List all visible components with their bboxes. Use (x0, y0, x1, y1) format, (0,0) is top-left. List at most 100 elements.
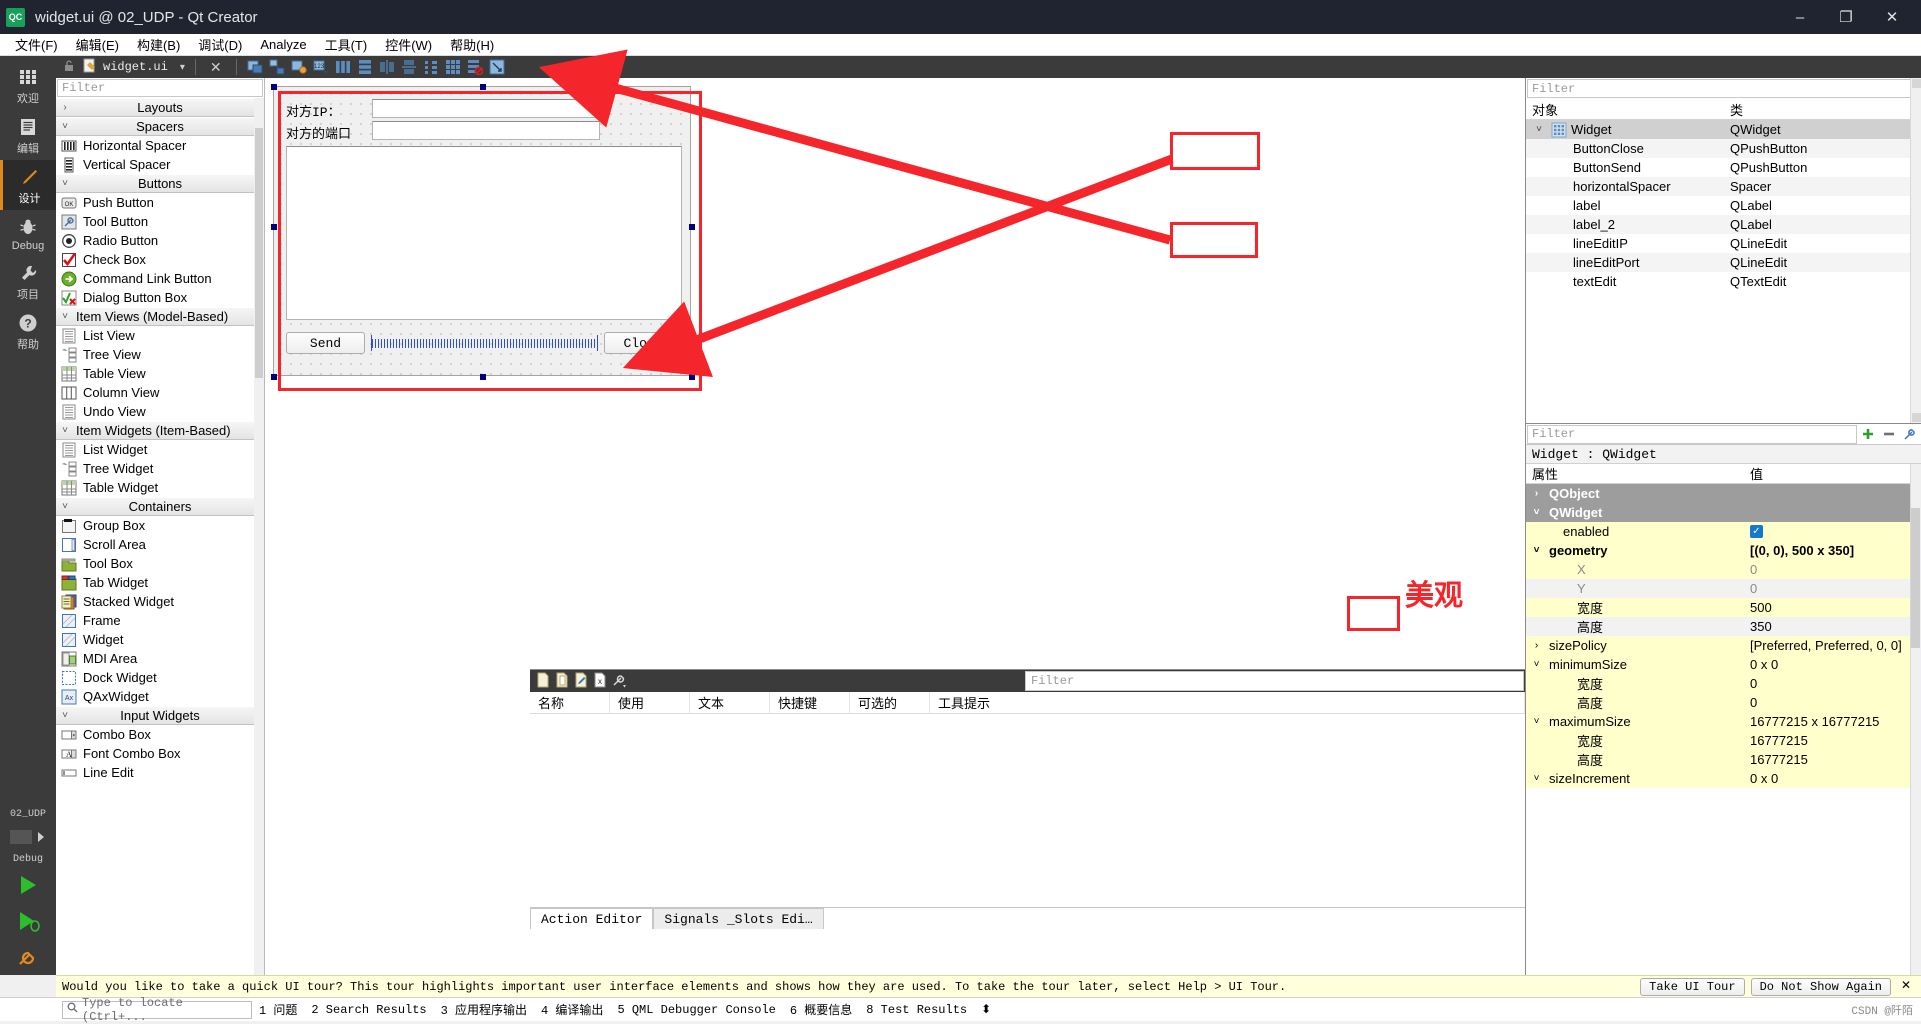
property-row[interactable]: 高度 0 (1526, 693, 1921, 712)
chevron-right-icon[interactable]: › (1530, 640, 1543, 651)
property-row[interactable]: › sizePolicy [Preferred, Preferred, 0, 0] (1526, 636, 1921, 655)
mode-welcome[interactable]: 欢迎 (0, 60, 56, 110)
property-value[interactable]: 0 (1744, 674, 1921, 693)
maximize-button[interactable]: ❐ (1823, 0, 1869, 34)
property-value[interactable]: 0 x 0 (1744, 655, 1921, 674)
widget-palette-item[interactable]: MDI Area (56, 649, 264, 668)
run-button[interactable] (0, 867, 56, 903)
form-textedit[interactable] (286, 146, 682, 320)
menu-build[interactable]: 构建(B) (128, 33, 189, 56)
resize-handle-tl[interactable] (271, 84, 277, 90)
object-inspector-row[interactable]: horizontalSpacer Spacer (1526, 177, 1921, 196)
chevron-down-icon[interactable]: ˅ (1530, 659, 1543, 670)
info-bar-close-icon[interactable]: ✕ (1897, 978, 1915, 996)
widget-palette-item[interactable]: Stacked Widget (56, 592, 264, 611)
widget-group-header[interactable]: ˅ Item Widgets (Item-Based) (56, 421, 264, 440)
configure-action-icon[interactable] (612, 672, 627, 691)
property-value[interactable]: 16777215 x 16777215 (1744, 712, 1921, 731)
chevron-down-icon[interactable]: ▾ (180, 62, 185, 73)
property-value[interactable]: 0 (1744, 579, 1921, 598)
edit-action-icon[interactable] (574, 672, 588, 691)
widget-palette-item[interactable]: Tree Widget (56, 459, 264, 478)
widget-palette-item[interactable]: Scroll Area (56, 535, 264, 554)
property-row[interactable]: ˅ geometry [(0, 0), 500 x 350] (1526, 541, 1921, 560)
property-row[interactable]: 高度 16777215 (1526, 750, 1921, 769)
menu-debug[interactable]: 调试(D) (189, 33, 251, 56)
close-button[interactable]: ✕ (1869, 0, 1915, 34)
add-property-icon[interactable] (1858, 425, 1877, 444)
mode-design[interactable]: 设计 (0, 160, 56, 210)
kit-selector[interactable] (0, 822, 56, 852)
widget-palette-item[interactable]: Tool Box (56, 554, 264, 573)
property-row[interactable]: X0 (1526, 560, 1921, 579)
status-more-icon[interactable]: ⬍ (974, 1002, 998, 1017)
widget-palette-item[interactable]: A Font Combo Box (56, 744, 264, 763)
action-editor-filter-input[interactable]: Filter (1025, 671, 1524, 691)
close-document-icon[interactable]: ✕ (206, 59, 226, 76)
property-value[interactable]: 500 (1744, 598, 1921, 617)
scroll-up-arrow[interactable] (1912, 79, 1921, 88)
layout-grid-icon[interactable] (445, 59, 461, 75)
menu-analyze[interactable]: Analyze (251, 35, 315, 54)
property-checkbox[interactable]: ✓ (1750, 525, 1763, 538)
tab-signals-slots-editor[interactable]: Signals _Slots Edi… (653, 908, 824, 929)
object-inspector-row[interactable]: label_2 QLabel (1526, 215, 1921, 234)
property-row[interactable]: ˅ maximumSize 16777215 x 16777215 (1526, 712, 1921, 731)
resize-handle-br[interactable] (689, 374, 695, 380)
property-row[interactable]: 宽度 500 (1526, 598, 1921, 617)
layout-horizontal-icon[interactable] (335, 59, 351, 75)
break-layout-icon[interactable] (467, 59, 484, 76)
adjust-size-icon[interactable] (489, 59, 505, 75)
layout-vertical-icon[interactable] (357, 59, 373, 75)
build-button[interactable] (0, 939, 56, 975)
chevron-down-icon[interactable]: ˅ (1530, 507, 1543, 518)
menu-file[interactable]: 文件(F) (6, 33, 67, 56)
property-value[interactable]: 0 (1744, 693, 1921, 712)
form-horizontal-spacer[interactable] (371, 335, 598, 351)
property-value[interactable]: 16777215 (1744, 731, 1921, 750)
resize-handle-bl[interactable] (271, 374, 277, 380)
widget-palette-item[interactable]: Undo View (56, 402, 264, 421)
widget-group-header[interactable]: ˅ Input Widgets (56, 706, 264, 725)
object-inspector-row[interactable]: label QLabel (1526, 196, 1921, 215)
form-lineedit-port[interactable] (372, 121, 600, 140)
configure-icon[interactable] (1900, 425, 1919, 444)
edit-buddies-icon[interactable] (291, 59, 307, 75)
widget-palette-item[interactable]: Dock Widget (56, 668, 264, 687)
widget-box-filter-input[interactable]: Filter (57, 79, 263, 97)
edit-taborder-icon[interactable]: 123 (313, 59, 329, 75)
object-inspector-row[interactable]: ButtonSend QPushButton (1526, 158, 1921, 177)
status-item-qmlconsole[interactable]: 5 QML Debugger Console (610, 1003, 782, 1017)
chevron-down-icon[interactable]: ˅ (1530, 773, 1543, 784)
widget-palette-item[interactable]: List View (56, 326, 264, 345)
layout-splitter-h-icon[interactable] (379, 59, 395, 75)
property-value[interactable]: 0 x 0 (1744, 769, 1921, 788)
object-inspector-filter-input[interactable]: Filter (1527, 79, 1920, 98)
widget-palette-item[interactable]: Dialog Button Box (56, 288, 264, 307)
status-item-overview[interactable]: 6 概要信息 (783, 1001, 859, 1018)
property-value[interactable]: 350 (1744, 617, 1921, 636)
object-inspector-row[interactable]: lineEditIP QLineEdit (1526, 234, 1921, 253)
resize-handle-ml[interactable] (271, 224, 277, 230)
delete-action-icon[interactable]: x (593, 672, 607, 691)
designed-form[interactable]: 对方IP： 对方的端口 Send Close (271, 84, 702, 391)
widget-palette-item[interactable]: Line Edit (56, 763, 264, 782)
status-item-appoutput[interactable]: 3 应用程序输出 (434, 1001, 534, 1018)
property-editor-filter-input[interactable]: Filter (1527, 424, 1857, 444)
menu-help[interactable]: 帮助(H) (441, 33, 503, 56)
edit-signals-icon[interactable] (269, 59, 285, 75)
resize-handle-mr[interactable] (689, 224, 695, 230)
chevron-right-icon[interactable]: › (1530, 488, 1543, 499)
property-row[interactable]: ˅ minimumSize 0 x 0 (1526, 655, 1921, 674)
mode-edit[interactable]: 编辑 (0, 110, 56, 160)
remove-property-icon[interactable] (1879, 425, 1898, 444)
property-row[interactable]: ˅ sizeIncrement 0 x 0 (1526, 769, 1921, 788)
menu-edit[interactable]: 编辑(E) (67, 33, 128, 56)
kit-name[interactable]: 02_UDP (0, 807, 56, 822)
property-editor-scrollbar[interactable] (1910, 464, 1921, 975)
widget-group-header[interactable]: ˅ Item Views (Model-Based) (56, 307, 264, 326)
widget-palette-item[interactable]: Widget (56, 630, 264, 649)
property-value[interactable] (1744, 484, 1921, 503)
widget-palette-item[interactable]: Group Box (56, 516, 264, 535)
widget-palette-item[interactable]: Table Widget (56, 478, 264, 497)
